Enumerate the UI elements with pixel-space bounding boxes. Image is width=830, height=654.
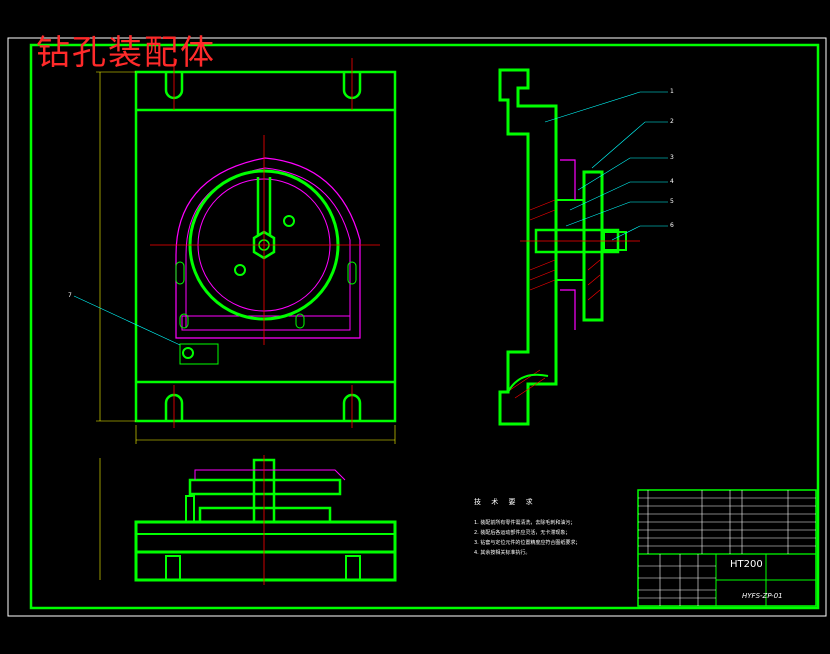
drawing-number: HYFS-ZP-01 [742, 592, 783, 600]
title-block [637, 489, 817, 607]
callout-7: 7 [68, 292, 72, 299]
drawing-sheet [7, 37, 827, 617]
outer-frame [7, 37, 827, 617]
side-view [498, 68, 668, 426]
top-view [99, 455, 397, 585]
callout-4: 4 [670, 178, 674, 185]
front-view [73, 58, 397, 444]
callout-3: 3 [670, 154, 674, 161]
drawing-title: 钻孔装配体 [36, 33, 216, 73]
tech-note: 4. 其余按相关标准执行。 [474, 550, 531, 556]
tech-requirements-title: 技 术 要 求 [474, 498, 537, 506]
callout-5: 5 [670, 198, 674, 205]
callout-2: 2 [670, 118, 674, 125]
material-label: HT200 [730, 559, 763, 570]
tech-note: 1. 装配前所有零件需清洗，去除毛刺和油污； [474, 520, 576, 526]
inner-frame [29, 43, 820, 610]
tech-requirements-notes: 1. 装配前所有零件需清洗，去除毛刺和油污； 2. 装配后各运动部件应灵活，无卡… [474, 518, 580, 558]
callout-6: 6 [670, 222, 674, 229]
tech-note: 2. 装配后各运动部件应灵活，无卡滞现象； [474, 530, 571, 536]
tech-note: 3. 钻套与定位元件的位置精度应符合图纸要求； [474, 540, 581, 546]
callout-1: 1 [670, 88, 674, 95]
